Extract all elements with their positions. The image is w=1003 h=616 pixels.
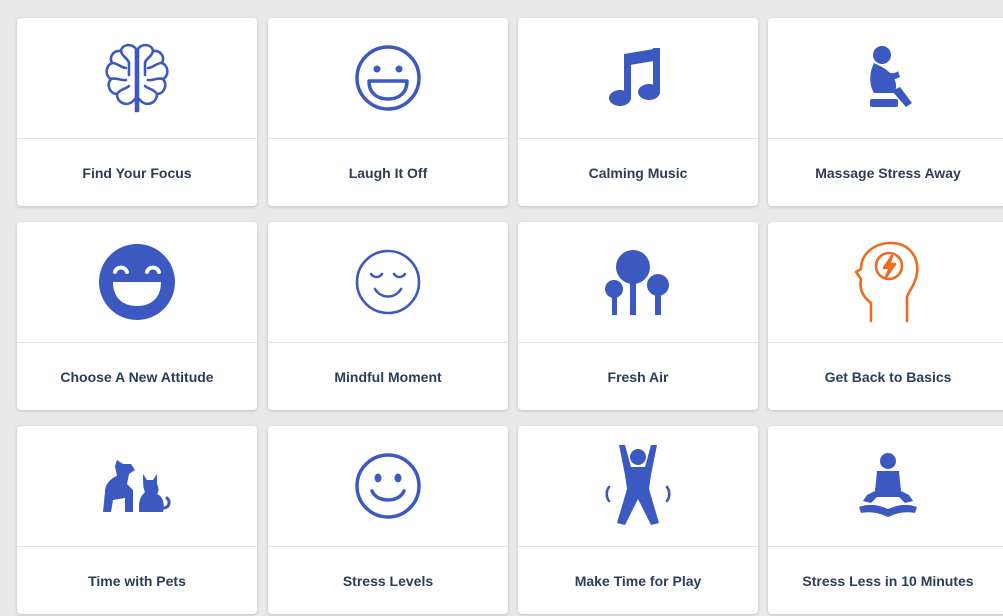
- meditation-icon: [768, 426, 1003, 547]
- card-label: Time with Pets: [88, 573, 186, 589]
- card-calming-music[interactable]: Calming Music: [518, 18, 758, 206]
- card-label: Stress Less in 10 Minutes: [802, 573, 974, 589]
- card-fresh-air[interactable]: Fresh Air: [518, 222, 758, 410]
- card-time-with-pets[interactable]: Time with Pets: [17, 426, 257, 614]
- card-get-back-to-basics[interactable]: Get Back to Basics: [768, 222, 1003, 410]
- calm-face-icon: [268, 222, 508, 343]
- card-label: Laugh It Off: [348, 165, 428, 181]
- card-label: Find Your Focus: [82, 165, 192, 181]
- card-massage-stress-away[interactable]: Massage Stress Away: [768, 18, 1003, 206]
- laughing-face-icon: [268, 18, 508, 139]
- trees-icon: [518, 222, 758, 343]
- card-laugh-it-off[interactable]: Laugh It Off: [268, 18, 508, 206]
- card-stress-levels[interactable]: Stress Levels: [268, 426, 508, 614]
- card-label: Calming Music: [588, 165, 688, 181]
- card-choose-a-new-attitude[interactable]: Choose A New Attitude: [17, 222, 257, 410]
- jumping-person-icon: [518, 426, 758, 547]
- card-label: Mindful Moment: [334, 369, 442, 385]
- card-make-time-for-play[interactable]: Make Time for Play: [518, 426, 758, 614]
- pets-icon: [17, 426, 257, 547]
- head-lightning-icon: [768, 222, 1003, 343]
- massage-person-icon: [768, 18, 1003, 139]
- music-note-icon: [518, 18, 758, 139]
- card-label: Choose A New Attitude: [60, 369, 214, 385]
- card-find-your-focus[interactable]: Find Your Focus: [17, 18, 257, 206]
- card-label: Stress Levels: [342, 573, 434, 589]
- activity-grid: Find Your Focus Laugh It Off Calming Mus…: [0, 0, 1003, 616]
- card-label: Make Time for Play: [574, 573, 702, 589]
- card-label: Get Back to Basics: [824, 369, 952, 385]
- smiley-face-icon: [268, 426, 508, 547]
- card-stress-less-in-10-minutes[interactable]: Stress Less in 10 Minutes: [768, 426, 1003, 614]
- card-label: Fresh Air: [607, 369, 669, 385]
- brain-icon: [17, 18, 257, 139]
- card-label: Massage Stress Away: [815, 165, 961, 181]
- big-smile-face-icon: [17, 222, 257, 343]
- card-mindful-moment[interactable]: Mindful Moment: [268, 222, 508, 410]
